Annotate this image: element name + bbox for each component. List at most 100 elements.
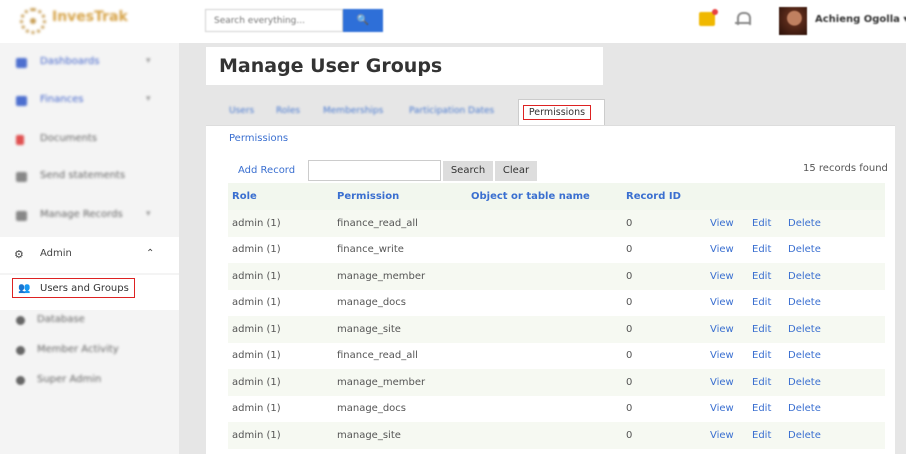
cell-object: [467, 369, 622, 396]
sidebar-item-member-activity[interactable]: Member Activity: [0, 336, 179, 366]
delete-link[interactable]: Delete: [784, 236, 885, 263]
finances-icon: [16, 96, 27, 106]
chevron-down-icon: ▾: [146, 209, 151, 219]
sidebar-item-documents[interactable]: Documents: [0, 122, 179, 158]
sidebar-item-label: Database: [37, 314, 85, 325]
edit-link[interactable]: Edit: [748, 236, 784, 263]
cell-permission: manage_docs: [333, 395, 467, 422]
view-link[interactable]: View: [706, 395, 748, 422]
tab-memberships[interactable]: Memberships: [323, 106, 383, 116]
clear-button[interactable]: Clear: [495, 161, 537, 181]
edit-link[interactable]: Edit: [748, 342, 784, 369]
cell-permission: manage_site: [333, 316, 467, 343]
search-button[interactable]: 🔍: [343, 9, 383, 32]
table-row: admin (1) manage_site 0 View Edit Delete: [228, 316, 885, 343]
delete-link[interactable]: Delete: [784, 395, 885, 422]
delete-link[interactable]: Delete: [784, 289, 885, 316]
view-link[interactable]: View: [706, 236, 748, 263]
breadcrumb[interactable]: Permissions: [229, 133, 288, 144]
column-header-permission[interactable]: Permission: [333, 183, 467, 210]
search-button[interactable]: Search: [443, 161, 493, 181]
cell-object: [467, 342, 622, 369]
cell-role: admin (1): [228, 422, 333, 449]
add-record-link[interactable]: Add Record: [238, 165, 295, 176]
view-link[interactable]: View: [706, 316, 748, 343]
cell-role: admin (1): [228, 289, 333, 316]
edit-link[interactable]: Edit: [748, 289, 784, 316]
cell-record-id: 0: [622, 263, 706, 290]
sidebar-item-label: Member Activity: [37, 344, 119, 355]
delete-link[interactable]: Delete: [784, 422, 885, 449]
tab-users[interactable]: Users: [229, 106, 254, 116]
edit-link[interactable]: Edit: [748, 422, 784, 449]
edit-link[interactable]: Edit: [748, 263, 784, 290]
column-header-edit: [748, 183, 784, 210]
edit-link[interactable]: Edit: [748, 395, 784, 422]
sidebar-item-super-admin[interactable]: Super Admin: [0, 366, 179, 396]
column-header-object[interactable]: Object or table name: [467, 183, 622, 210]
table-row: admin (1) finance_read_all 0 View Edit Delete: [228, 342, 885, 369]
sidebar-item-label: Finances: [40, 94, 84, 105]
tab-participation-dates[interactable]: Participation Dates: [409, 106, 494, 116]
edit-link[interactable]: Edit: [748, 369, 784, 396]
sidebar-item-label: Documents: [40, 133, 98, 144]
edit-link[interactable]: Edit: [748, 316, 784, 343]
column-header-record-id[interactable]: Record ID: [622, 183, 706, 210]
user-menu[interactable]: Achieng Ogolla ▾: [815, 14, 906, 25]
sidebar-item-manage-records[interactable]: Manage Records ▾: [0, 198, 179, 234]
sidebar-item-dashboards[interactable]: Dashboards ▾: [0, 45, 179, 81]
cell-role: admin (1): [228, 342, 333, 369]
search-input[interactable]: [205, 9, 343, 32]
cell-permission: finance_read_all: [333, 342, 467, 369]
delete-link[interactable]: Delete: [784, 263, 885, 290]
delete-link[interactable]: Delete: [784, 210, 885, 237]
tab-permissions[interactable]: Permissions: [518, 99, 605, 126]
column-header-role[interactable]: Role: [228, 183, 333, 210]
bell-icon[interactable]: [735, 11, 751, 27]
table-row: admin (1) manage_member 0 View Edit Delete: [228, 263, 885, 290]
sidebar-item-label: Super Admin: [37, 374, 102, 385]
tab-roles[interactable]: Roles: [276, 106, 300, 116]
cell-record-id: 0: [622, 422, 706, 449]
top-bar: InvesTrak 🔍 Achieng Ogolla ▾: [0, 0, 906, 43]
users-icon: 👥: [18, 283, 31, 294]
view-link[interactable]: View: [706, 210, 748, 237]
delete-link[interactable]: Delete: [784, 369, 885, 396]
table-row: admin (1) manage_member 0 View Edit Delete: [228, 369, 885, 396]
table-row: admin (1) finance_write 0 View Edit Delete: [228, 236, 885, 263]
cell-record-id: 0: [622, 369, 706, 396]
view-link[interactable]: View: [706, 422, 748, 449]
view-link[interactable]: View: [706, 263, 748, 290]
highlight-box: 👥 Users and Groups: [12, 278, 135, 298]
sidebar-item-users-and-groups[interactable]: 👥 Users and Groups: [0, 275, 179, 310]
cell-role: admin (1): [228, 263, 333, 290]
view-link[interactable]: View: [706, 369, 748, 396]
document-icon: [16, 135, 24, 145]
cell-permission: finance_read_all: [333, 210, 467, 237]
sidebar-item-label: Users and Groups: [40, 283, 129, 294]
super-admin-icon: [16, 376, 25, 385]
tab-bar: Users Roles Memberships Participation Da…: [206, 99, 896, 126]
column-header-delete: [784, 183, 885, 210]
cell-object: [467, 316, 622, 343]
global-search: 🔍: [205, 9, 385, 32]
avatar[interactable]: [779, 7, 807, 35]
column-header-view: [706, 183, 748, 210]
delete-link[interactable]: Delete: [784, 342, 885, 369]
cell-object: [467, 289, 622, 316]
edit-link[interactable]: Edit: [748, 210, 784, 237]
gears-icon: ⚙: [14, 248, 24, 261]
sidebar-item-database[interactable]: Database: [0, 306, 179, 336]
sidebar-item-send-statements[interactable]: Send statements: [0, 159, 179, 195]
cell-record-id: 0: [622, 236, 706, 263]
shopping-bag-icon[interactable]: [699, 9, 718, 26]
activity-icon: [16, 346, 25, 355]
sidebar-item-admin[interactable]: ⚙ Admin ⌃: [0, 237, 179, 273]
sidebar-item-finances[interactable]: Finances ▾: [0, 83, 179, 119]
delete-link[interactable]: Delete: [784, 316, 885, 343]
view-link[interactable]: View: [706, 342, 748, 369]
view-link[interactable]: View: [706, 289, 748, 316]
chevron-up-icon: ⌃: [146, 248, 155, 259]
app-logo[interactable]: InvesTrak: [20, 5, 140, 35]
filter-input[interactable]: [308, 160, 441, 181]
